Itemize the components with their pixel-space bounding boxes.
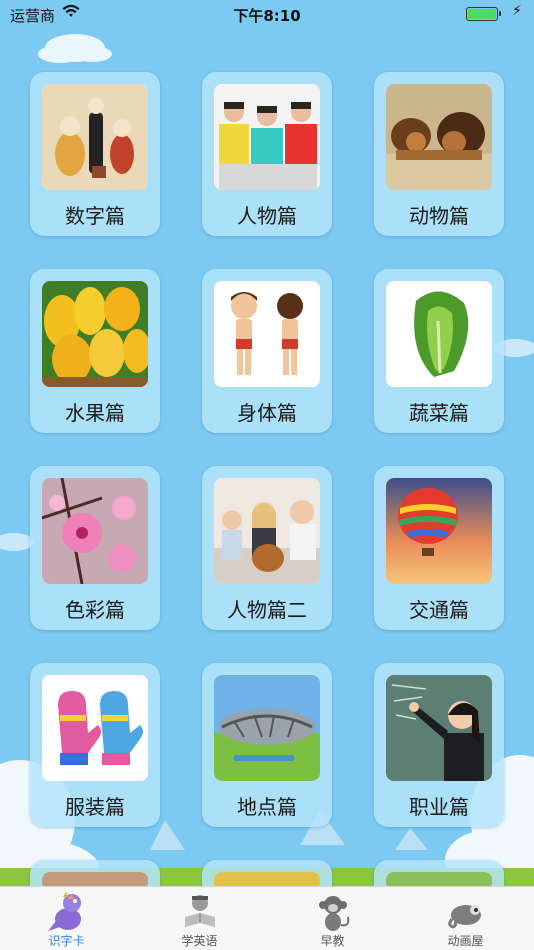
tab-early-education[interactable]: 早教 <box>266 887 399 950</box>
monkey-icon <box>319 896 350 931</box>
card-places[interactable]: 地点篇 <box>202 663 332 827</box>
tab-animation-house[interactable]: 动画屋 <box>399 887 532 950</box>
tab-bar: 识字卡 学英语 早教 动画屋 <box>0 886 534 950</box>
card-fruit[interactable]: 水果篇 <box>30 269 160 433</box>
card-numbers[interactable]: 数字篇 <box>30 72 160 236</box>
mangoes-image <box>42 281 148 387</box>
boys-image <box>214 84 320 190</box>
family-dog-image <box>214 478 320 584</box>
card-body[interactable]: 身体篇 <box>202 269 332 433</box>
stadium-image <box>214 675 320 781</box>
battery-icon <box>466 7 501 21</box>
status-bar: 运营商 下午8:10 ⚡ <box>0 0 534 28</box>
card-label: 职业篇 <box>409 795 469 819</box>
card-transport[interactable]: 交通篇 <box>374 466 504 630</box>
clock: 下午8:10 <box>233 7 301 25</box>
blossom-image <box>42 478 148 584</box>
reading-kid-icon <box>185 895 215 927</box>
lions-image <box>386 84 492 190</box>
card-label: 人物篇 <box>237 204 297 228</box>
card-occupations[interactable]: 职业篇 <box>374 663 504 827</box>
mittens-image <box>42 675 148 781</box>
card-label: 动物篇 <box>409 204 469 228</box>
tab-label: 识字卡 <box>48 934 85 948</box>
card-label: 人物篇二 <box>227 598 307 622</box>
card-colors[interactable]: 色彩篇 <box>30 466 160 630</box>
teacher-image <box>386 675 492 781</box>
body-boys-image <box>214 281 320 387</box>
card-label: 地点篇 <box>237 795 297 819</box>
card-vegetables[interactable]: 蔬菜篇 <box>374 269 504 433</box>
tab-label: 学英语 <box>181 934 218 948</box>
tab-learn-english[interactable]: 学英语 <box>133 887 266 950</box>
tab-label: 动画屋 <box>447 934 484 948</box>
card-people-2[interactable]: 人物篇二 <box>202 466 332 630</box>
card-label: 服装篇 <box>65 795 125 819</box>
lettuce-image <box>386 281 492 387</box>
tab-label: 早教 <box>320 934 345 948</box>
card-label: 色彩篇 <box>65 598 125 622</box>
cloud-top <box>38 34 112 63</box>
card-label: 数字篇 <box>65 204 125 228</box>
card-label: 蔬菜篇 <box>409 401 469 425</box>
card-label: 交通篇 <box>409 598 469 622</box>
card-label: 身体篇 <box>237 401 297 425</box>
cloud-left <box>0 533 34 551</box>
numbers-monks-image <box>42 84 148 190</box>
card-people[interactable]: 人物篇 <box>202 72 332 236</box>
charging-bolt-icon: ⚡ <box>512 3 522 19</box>
hot-air-balloon-image <box>386 478 492 584</box>
tab-literacy-cards[interactable]: 识字卡 <box>0 887 133 950</box>
dinosaur-icon <box>48 892 81 931</box>
card-animals[interactable]: 动物篇 <box>374 72 504 236</box>
card-clothing[interactable]: 服装篇 <box>30 663 160 827</box>
card-label: 水果篇 <box>65 401 125 425</box>
chameleon-icon <box>448 905 481 929</box>
